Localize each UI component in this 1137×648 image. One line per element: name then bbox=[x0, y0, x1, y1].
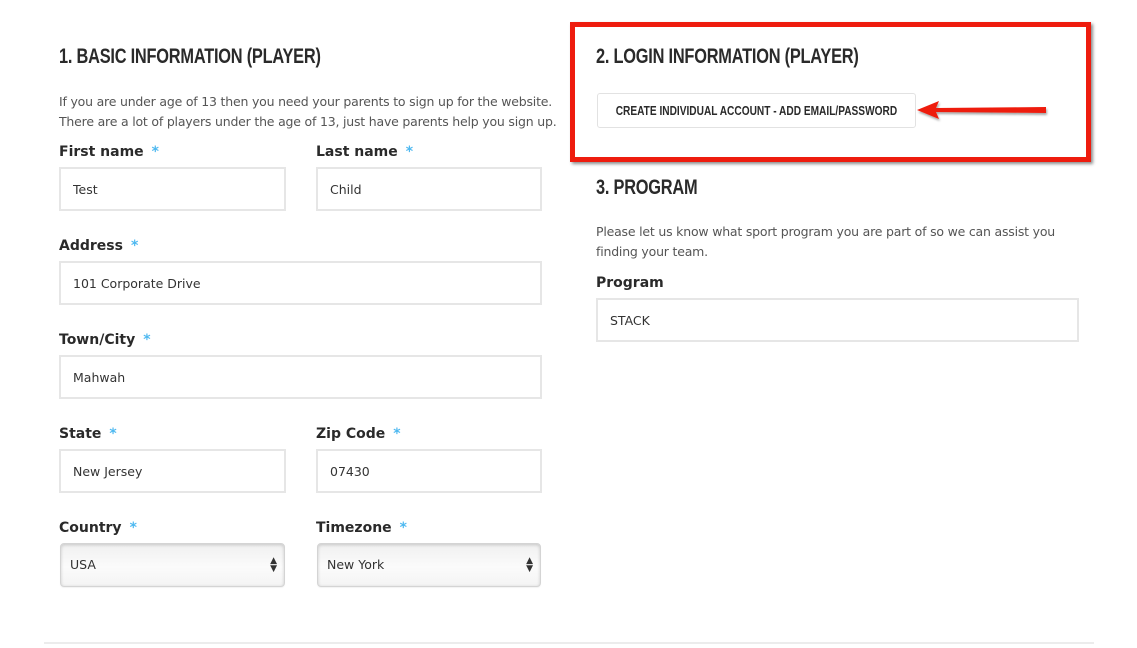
town-city-label: Town/City * bbox=[59, 332, 151, 348]
select-arrows-icon: ▲ ▼ bbox=[270, 556, 277, 574]
required-asterisk: * bbox=[393, 426, 401, 442]
address-input[interactable] bbox=[59, 261, 542, 305]
state-label: State * bbox=[59, 426, 117, 442]
timezone-selected-value: New York bbox=[327, 557, 385, 572]
town-city-input[interactable] bbox=[59, 355, 542, 399]
login-info-heading: 2. LOGIN INFORMATION (PLAYER) bbox=[596, 45, 859, 68]
required-asterisk: * bbox=[143, 332, 151, 348]
annotation-arrow-icon bbox=[917, 101, 1046, 119]
create-account-button[interactable]: CREATE INDIVIDUAL ACCOUNT - ADD EMAIL/PA… bbox=[597, 93, 916, 128]
state-input[interactable] bbox=[59, 449, 286, 493]
last-name-label: Last name * bbox=[316, 144, 414, 160]
country-select[interactable]: USA ▲ ▼ bbox=[60, 543, 285, 587]
first-name-label: First name * bbox=[59, 144, 159, 160]
required-asterisk: * bbox=[151, 144, 159, 160]
program-description: Please let us know what sport program yo… bbox=[596, 222, 1076, 262]
basic-info-description-line-2: There are a lot of players under the age… bbox=[59, 114, 557, 129]
required-asterisk: * bbox=[405, 144, 414, 160]
section-divider bbox=[44, 642, 1094, 644]
zip-code-label: Zip Code * bbox=[316, 426, 401, 442]
annotation-highlight-box bbox=[570, 22, 1091, 162]
required-asterisk: * bbox=[129, 520, 137, 536]
required-asterisk: * bbox=[130, 238, 139, 254]
country-label: Country * bbox=[59, 520, 137, 536]
last-name-input[interactable] bbox=[316, 167, 542, 211]
basic-info-description: If you are under age of 13 then you need… bbox=[59, 92, 559, 132]
program-description-line-2: finding your team. bbox=[596, 244, 708, 259]
country-selected-value: USA bbox=[70, 557, 96, 572]
program-heading: 3. PROGRAM bbox=[596, 176, 698, 199]
required-asterisk: * bbox=[399, 520, 407, 536]
required-asterisk: * bbox=[109, 426, 117, 442]
program-label: Program bbox=[596, 275, 664, 291]
program-input[interactable] bbox=[596, 298, 1079, 342]
create-account-button-label: CREATE INDIVIDUAL ACCOUNT - ADD EMAIL/PA… bbox=[615, 103, 898, 118]
program-description-line-1: Please let us know what sport program yo… bbox=[596, 224, 1056, 239]
first-name-input[interactable] bbox=[59, 167, 286, 211]
basic-info-description-line-1: If you are under age of 13 then you need… bbox=[59, 94, 553, 109]
select-arrows-icon: ▲ ▼ bbox=[526, 556, 533, 574]
timezone-label: Timezone * bbox=[316, 520, 407, 536]
address-label: Address * bbox=[59, 238, 139, 254]
zip-code-input[interactable] bbox=[316, 449, 542, 493]
basic-info-heading: 1. BASIC INFORMATION (PLAYER) bbox=[59, 45, 321, 68]
timezone-select[interactable]: New York ▲ ▼ bbox=[317, 543, 541, 587]
